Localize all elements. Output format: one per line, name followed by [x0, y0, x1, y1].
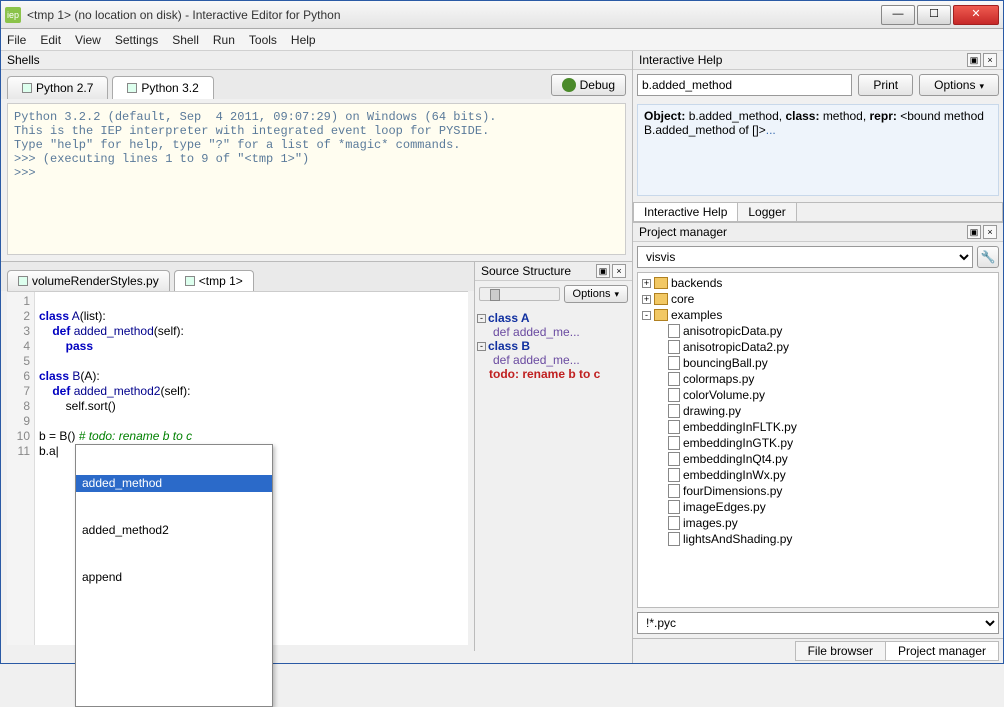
file-icon [668, 356, 680, 370]
autocomplete-popup[interactable]: added_method added_method2 append [75, 444, 273, 707]
structure-slider[interactable] [479, 287, 560, 301]
file-item[interactable]: embeddingInWx.py [640, 467, 996, 483]
folder-icon [654, 277, 668, 289]
editor-tab-volumerender[interactable]: volumeRenderStyles.py [7, 270, 170, 291]
project-select[interactable]: visvis [637, 246, 973, 268]
file-item[interactable]: imageEdges.py [640, 499, 996, 515]
menu-shell[interactable]: Shell [172, 33, 199, 47]
structure-options-button[interactable]: Options [564, 285, 628, 303]
shell-output[interactable]: Python 3.2.2 (default, Sep 4 2011, 09:07… [7, 103, 626, 255]
panel-close-icon[interactable]: × [983, 225, 997, 239]
source-structure-title: Source Structure ▣ × [475, 262, 632, 281]
file-item[interactable]: fourDimensions.py [640, 483, 996, 499]
file-item[interactable]: images.py [640, 515, 996, 531]
tab-file-browser[interactable]: File browser [795, 641, 886, 661]
print-button[interactable]: Print [858, 74, 913, 96]
python-icon [22, 83, 32, 93]
expand-icon[interactable]: + [642, 279, 651, 288]
panel-undock-icon[interactable]: ▣ [596, 264, 610, 278]
filter-select[interactable]: !*.pyc [637, 612, 999, 634]
file-icon [668, 324, 680, 338]
panel-close-icon[interactable]: × [612, 264, 626, 278]
file-item[interactable]: embeddingInFLTK.py [640, 419, 996, 435]
help-panel-title: Interactive Help ▣ × [633, 51, 1003, 70]
file-item[interactable]: drawing.py [640, 403, 996, 419]
settings-button[interactable]: 🔧 [977, 246, 999, 268]
file-item[interactable]: embeddingInQt4.py [640, 451, 996, 467]
maximize-button[interactable]: ☐ [917, 5, 951, 25]
file-icon [668, 516, 680, 530]
tab-logger[interactable]: Logger [738, 203, 796, 221]
file-icon [668, 452, 680, 466]
folder-icon [654, 309, 668, 321]
python-icon [127, 83, 137, 93]
window-title: <tmp 1> (no location on disk) - Interact… [27, 8, 879, 22]
help-search-input[interactable] [637, 74, 852, 96]
collapse-icon[interactable]: - [477, 342, 486, 351]
debug-button[interactable]: Debug [551, 74, 626, 96]
file-item[interactable]: anisotropicData.py [640, 323, 996, 339]
structure-tree[interactable]: - class A def added_me... - class B def … [475, 307, 632, 651]
collapse-icon[interactable]: - [477, 314, 486, 323]
window-titlebar: iep <tmp 1> (no location on disk) - Inte… [1, 1, 1003, 29]
tab-interactive-help[interactable]: Interactive Help [634, 203, 738, 221]
menubar: File Edit View Settings Shell Run Tools … [1, 29, 1003, 51]
file-icon [668, 532, 680, 546]
shells-panel-title: Shells [1, 51, 632, 70]
line-gutter: 1234567891011 [7, 292, 35, 645]
wrench-icon: 🔧 [981, 250, 996, 264]
code-editor[interactable]: 1234567891011 class A(list): def added_m… [7, 291, 468, 645]
file-item[interactable]: bouncingBall.py [640, 355, 996, 371]
menu-view[interactable]: View [75, 33, 101, 47]
file-item[interactable]: lightsAndShading.py [640, 531, 996, 547]
file-icon [668, 404, 680, 418]
file-icon [668, 372, 680, 386]
collapse-icon[interactable]: - [642, 311, 651, 320]
minimize-button[interactable]: — [881, 5, 915, 25]
autocomplete-item[interactable]: append [76, 569, 272, 586]
close-button[interactable]: ✕ [953, 5, 999, 25]
file-icon [668, 388, 680, 402]
panel-undock-icon[interactable]: ▣ [967, 225, 981, 239]
file-icon [18, 276, 28, 286]
file-icon [668, 468, 680, 482]
panel-undock-icon[interactable]: ▣ [967, 53, 981, 67]
editor-tab-tmp1[interactable]: <tmp 1> [174, 270, 254, 291]
autocomplete-item[interactable]: added_method [76, 475, 272, 492]
expand-icon[interactable]: + [642, 295, 651, 304]
menu-help[interactable]: Help [291, 33, 316, 47]
autocomplete-item[interactable]: added_method2 [76, 522, 272, 539]
file-item[interactable]: colorVolume.py [640, 387, 996, 403]
file-item[interactable]: embeddingInGTK.py [640, 435, 996, 451]
tab-project-manager[interactable]: Project manager [885, 641, 999, 661]
menu-settings[interactable]: Settings [115, 33, 158, 47]
file-icon [668, 340, 680, 354]
help-content: Object: b.added_method, class: method, r… [637, 104, 999, 196]
bug-icon [562, 78, 576, 92]
menu-file[interactable]: File [7, 33, 26, 47]
file-item[interactable]: anisotropicData2.py [640, 339, 996, 355]
project-manager-title: Project manager ▣ × [633, 223, 1003, 242]
file-icon [668, 420, 680, 434]
help-tabs: Interactive Help Logger [633, 202, 1003, 222]
folder-icon [654, 293, 668, 305]
file-item[interactable]: colormaps.py [640, 371, 996, 387]
file-icon [668, 500, 680, 514]
file-icon [668, 436, 680, 450]
file-icon [668, 484, 680, 498]
menu-tools[interactable]: Tools [249, 33, 277, 47]
file-tree[interactable]: +backends +core -examples anisotropicDat… [637, 272, 999, 608]
file-icon [185, 276, 195, 286]
menu-run[interactable]: Run [213, 33, 235, 47]
app-icon: iep [5, 7, 21, 23]
panel-close-icon[interactable]: × [983, 53, 997, 67]
help-options-button[interactable]: Options [919, 74, 999, 96]
shell-tab-py27[interactable]: Python 2.7 [7, 76, 108, 99]
shell-tab-py32[interactable]: Python 3.2 [112, 76, 213, 99]
menu-edit[interactable]: Edit [40, 33, 61, 47]
